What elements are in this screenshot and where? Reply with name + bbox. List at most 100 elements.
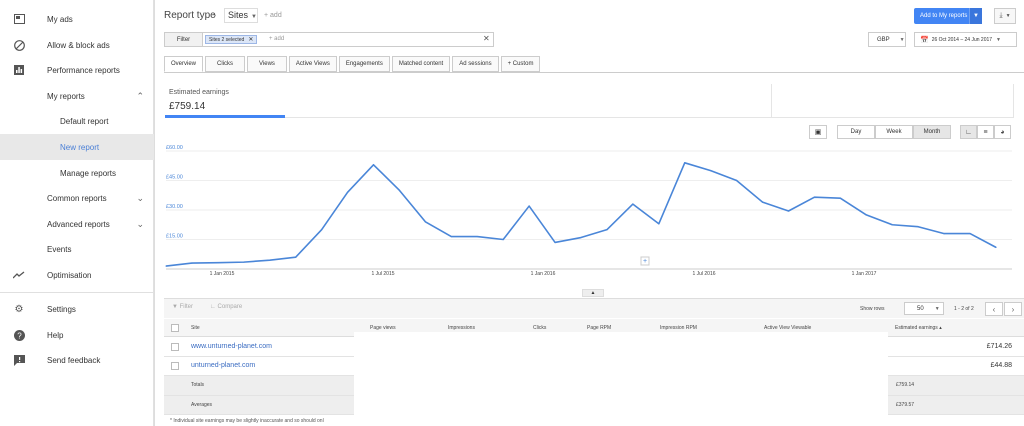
data-point [502, 238, 504, 241]
column-header-estimated-earnings[interactable]: Estimated earnings ▴ [895, 325, 942, 331]
sites-filter-chip[interactable]: Sites 2 selected ✕ [205, 35, 258, 44]
earnings-line-chart: £60.00 £45.00 £30.00 £15.00 1 Jan 2015 1 Jul … [165, 145, 1012, 277]
sidebar-item-label: Performance reports [47, 65, 120, 75]
tab-engagements[interactable]: Engagements [338, 56, 390, 72]
metric-card-estimated-earnings[interactable]: Estimated earnings £759.14 [165, 84, 285, 118]
caret-down-icon: ▼ [996, 36, 1001, 43]
prev-page-button[interactable]: ‹ [985, 302, 1003, 316]
x-tick-label: 1 Jan 2017 [852, 271, 877, 277]
site-link[interactable]: www.unturned-planet.com [191, 343, 272, 350]
row-checkbox[interactable] [171, 362, 179, 370]
column-header-site[interactable]: Site [191, 325, 200, 331]
data-point [658, 223, 660, 225]
tab-custom[interactable]: + Custom [500, 56, 541, 72]
data-point [321, 229, 323, 231]
collapse-chart-toggle[interactable]: ▲ [582, 289, 604, 297]
column-header-impression-rpm[interactable]: Impression RPM [660, 325, 697, 331]
metric-title: Estimated earnings [169, 89, 229, 96]
tab-ad-sessions[interactable]: Ad sessions [452, 56, 499, 72]
currency-dropdown[interactable]: GBP ▼ [868, 32, 906, 47]
sidebar-item-label: My ads [47, 14, 73, 24]
y-tick-label: £45.00 [166, 175, 183, 181]
sites-dropdown[interactable]: Sites ▼ [224, 8, 258, 23]
tab-clicks[interactable]: Clicks [205, 56, 246, 72]
metric-value: £759.14 [169, 101, 206, 112]
data-point [761, 201, 764, 203]
column-header-active-view-viewable[interactable]: Active View Viewable [764, 325, 811, 331]
bar-chart-icon [13, 64, 25, 76]
data-point [917, 226, 919, 228]
add-to-reports-dropdown-toggle[interactable]: ▼ [969, 8, 982, 24]
chevron-up-icon: ⌃ [136, 90, 144, 101]
granularity-week[interactable]: Week [875, 125, 913, 139]
sidebar-item-settings[interactable]: ⚙ Settings [0, 296, 154, 322]
date-range-dropdown[interactable]: 📅 26 Oct 2014 – 24 Jun 2017 ▼ [914, 32, 1017, 47]
next-page-button[interactable]: › [1004, 302, 1022, 316]
sidebar-item-new-report[interactable]: New report [0, 134, 154, 160]
data-point [736, 179, 738, 182]
table-filter-button[interactable]: ▼ Filter [172, 304, 193, 310]
compare-label: Compare [217, 304, 243, 310]
data-point [476, 235, 478, 238]
add-filter-link[interactable]: + add [269, 36, 284, 42]
sidebar-item-label: Advanced reports [47, 219, 110, 229]
sidebar-item-my-ads[interactable]: My ads [0, 6, 154, 32]
tabs-divider [164, 72, 1024, 73]
sidebar-item-default-report[interactable]: Default report [0, 108, 154, 134]
tab-active-views[interactable]: Active Views [288, 56, 337, 72]
download-button[interactable]: ⤓ ▼ [994, 8, 1016, 24]
tab-matched-content[interactable]: Matched content [391, 56, 451, 72]
totals-label: Totals [191, 382, 205, 388]
sidebar-item-performance-reports[interactable]: Performance reports [0, 57, 154, 83]
rows-per-page-dropdown[interactable]: 50 ▼ [904, 302, 944, 315]
x-tick-label: 1 Jan 2016 [531, 271, 556, 277]
download-icon: ⤓ [999, 12, 1003, 19]
compare-button[interactable]: ∟ Compare [210, 304, 242, 310]
tab-views[interactable]: Views [247, 56, 287, 72]
data-point [450, 235, 452, 238]
sidebar-item-send-feedback[interactable]: Send feedback [0, 347, 154, 373]
averages-earnings: £379.57 [896, 402, 915, 408]
data-point [995, 246, 997, 248]
column-header-clicks[interactable]: Clicks [533, 325, 546, 331]
column-header-page-rpm[interactable]: Page RPM [587, 325, 611, 331]
select-all-checkbox[interactable] [171, 324, 179, 332]
sidebar-divider [0, 292, 154, 293]
remove-chip-icon[interactable]: ✕ [248, 36, 253, 43]
chevron-left-icon: ‹ [992, 304, 996, 314]
data-point [606, 229, 608, 231]
site-link[interactable]: unturned-planet.com [191, 362, 255, 369]
column-header-impressions[interactable]: Impressions [448, 325, 475, 331]
sidebar-item-advanced-reports[interactable]: Advanced reports ⌄ [0, 211, 154, 237]
add-dimension-link[interactable]: + add [264, 12, 282, 19]
pie-chart-view-button[interactable]: ◕ [994, 125, 1011, 139]
row-checkbox[interactable] [171, 343, 179, 351]
sidebar-item-help[interactable]: ? Help [0, 322, 154, 348]
bar-chart-view-button[interactable]: ≡ [977, 125, 994, 139]
x-tick-label: 1 Jul 2015 [371, 271, 394, 277]
data-point [839, 197, 841, 199]
clear-filter-icon[interactable]: ✕ [483, 34, 490, 43]
data-point [865, 214, 867, 216]
sidebar-item-events[interactable]: Events [0, 236, 154, 262]
x-tick-label: 1 Jan 2015 [210, 271, 235, 277]
data-point [217, 262, 219, 264]
sidebar-item-optimisation[interactable]: Optimisation [0, 262, 154, 288]
line-chart-icon: ∟ [965, 128, 972, 136]
granularity-month[interactable]: Month [913, 125, 951, 139]
sidebar-item-manage-reports[interactable]: Manage reports [0, 160, 154, 186]
sidebar-item-common-reports[interactable]: Common reports ⌄ [0, 185, 154, 211]
annotation-button[interactable]: ▣ [809, 125, 827, 139]
granularity-day[interactable]: Day [837, 125, 875, 139]
block-icon [13, 39, 25, 51]
report-header: Report type › Sites ▼ + add Add to My rep… [154, 0, 1024, 30]
column-header-page-views[interactable]: Page views [370, 325, 396, 331]
bar-chart-icon: ≡ [983, 128, 988, 136]
caret-down-icon: ▼ [251, 14, 257, 20]
sidebar-item-allow-block-ads[interactable]: Allow & block ads [0, 32, 154, 58]
data-point [243, 261, 245, 263]
sidebar-item-my-reports[interactable]: My reports ⌃ [0, 83, 154, 109]
line-chart-view-button[interactable]: ∟ [960, 125, 977, 139]
tab-overview[interactable]: Overview [164, 56, 204, 72]
filter-button[interactable]: Filter [165, 33, 203, 46]
